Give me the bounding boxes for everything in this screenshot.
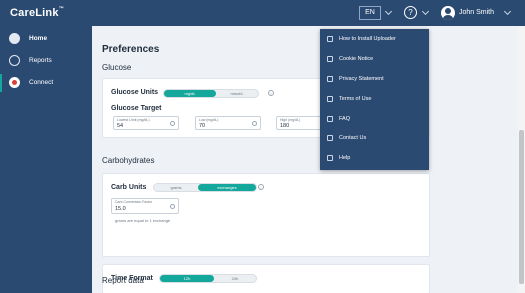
option-mmoll[interactable]: mmol/L <box>216 90 258 97</box>
preferences-content: Preferences Glucose Glucose Units mg/dL … <box>92 26 518 293</box>
help-dropdown-menu: How to Install Uploader Cookie Notice Pr… <box>320 29 429 170</box>
phone-icon <box>327 135 333 141</box>
info-icon[interactable]: i <box>268 90 274 96</box>
info-icon[interactable] <box>170 204 175 209</box>
glucose-target-label: Glucose Target <box>111 105 162 112</box>
language-selector[interactable]: EN <box>359 6 381 20</box>
user-avatar-icon[interactable] <box>441 6 455 20</box>
sidebar-item-label: Connect <box>29 79 54 86</box>
chevron-down-icon[interactable] <box>421 7 430 16</box>
connect-icon <box>9 77 20 88</box>
section-title-glucose: Glucose <box>102 63 132 72</box>
carb-units-label: Carb Units <box>111 184 147 191</box>
scrollbar-thumb[interactable] <box>519 130 524 284</box>
menu-item-privacy-statement[interactable]: Privacy Statement <box>320 72 429 86</box>
time-format-toggle[interactable]: 12h 24h <box>159 274 257 283</box>
carb-conversion-factor-field[interactable]: Carb Conversion Factor 15.0 <box>111 198 179 214</box>
faq-icon <box>327 116 333 122</box>
user-name[interactable]: John Smith <box>459 9 494 16</box>
top-bar: CareLink™ EN ? John Smith <box>0 0 525 26</box>
option-exchanges[interactable]: exchanges <box>198 184 256 191</box>
glucose-units-toggle[interactable]: mg/dL mmol/L <box>163 89 259 98</box>
page-title: Preferences <box>102 44 160 55</box>
lowest-limit-field[interactable]: Lowest Limit (mg/dL) 54 <box>113 116 179 130</box>
menu-item-help[interactable]: Help <box>320 151 429 165</box>
carelink-logo[interactable]: CareLink™ <box>10 6 64 19</box>
menu-item-cookie-notice[interactable]: Cookie Notice <box>320 52 429 66</box>
install-icon <box>327 36 333 42</box>
glucose-units-label: Glucose Units <box>111 89 159 96</box>
reports-icon <box>9 55 20 66</box>
option-12h[interactable]: 12h <box>160 275 214 282</box>
factor-note: grams are equal to 1 exchange <box>115 218 171 223</box>
chevron-down-icon[interactable] <box>384 7 393 16</box>
help-icon <box>327 155 333 161</box>
menu-item-terms-of-use[interactable]: Terms of Use <box>320 92 429 106</box>
cookie-icon <box>327 56 333 62</box>
help-icon[interactable]: ? <box>404 6 417 19</box>
menu-item-install-uploader[interactable]: How to Install Uploader <box>320 32 429 46</box>
scrollbar[interactable] <box>518 26 525 293</box>
sidebar-item-home[interactable]: Home <box>0 30 92 48</box>
option-grams[interactable]: grams <box>154 184 198 191</box>
carbs-card: Carb Units grams exchanges i Carb Conver… <box>102 173 430 257</box>
lock-icon <box>327 76 333 82</box>
sidebar-item-reports[interactable]: Reports <box>0 52 92 70</box>
document-icon <box>327 96 333 102</box>
sidebar: Home Reports Connect <box>0 26 92 293</box>
option-24h[interactable]: 24h <box>214 275 256 282</box>
chevron-down-icon[interactable] <box>503 7 512 16</box>
home-icon <box>9 33 20 44</box>
menu-item-faq[interactable]: FAQ <box>320 112 429 126</box>
info-icon[interactable]: i <box>258 184 264 190</box>
low-field[interactable]: Low (mg/dL) 70 <box>195 116 261 130</box>
info-icon[interactable] <box>170 121 175 126</box>
section-title-carbohydrates: Carbohydrates <box>102 156 155 165</box>
time-format-card: Time Format 12h 24h <box>102 264 430 293</box>
sidebar-item-connect[interactable]: Connect <box>0 74 92 92</box>
section-title-report-data: Report data <box>102 276 144 285</box>
menu-item-contact-us[interactable]: Contact Us <box>320 131 429 145</box>
info-icon[interactable] <box>252 121 257 126</box>
option-mgdl[interactable]: mg/dL <box>164 90 216 97</box>
sidebar-item-label: Home <box>29 35 48 42</box>
carb-units-toggle[interactable]: grams exchanges <box>153 183 257 192</box>
sidebar-item-label: Reports <box>29 57 52 64</box>
